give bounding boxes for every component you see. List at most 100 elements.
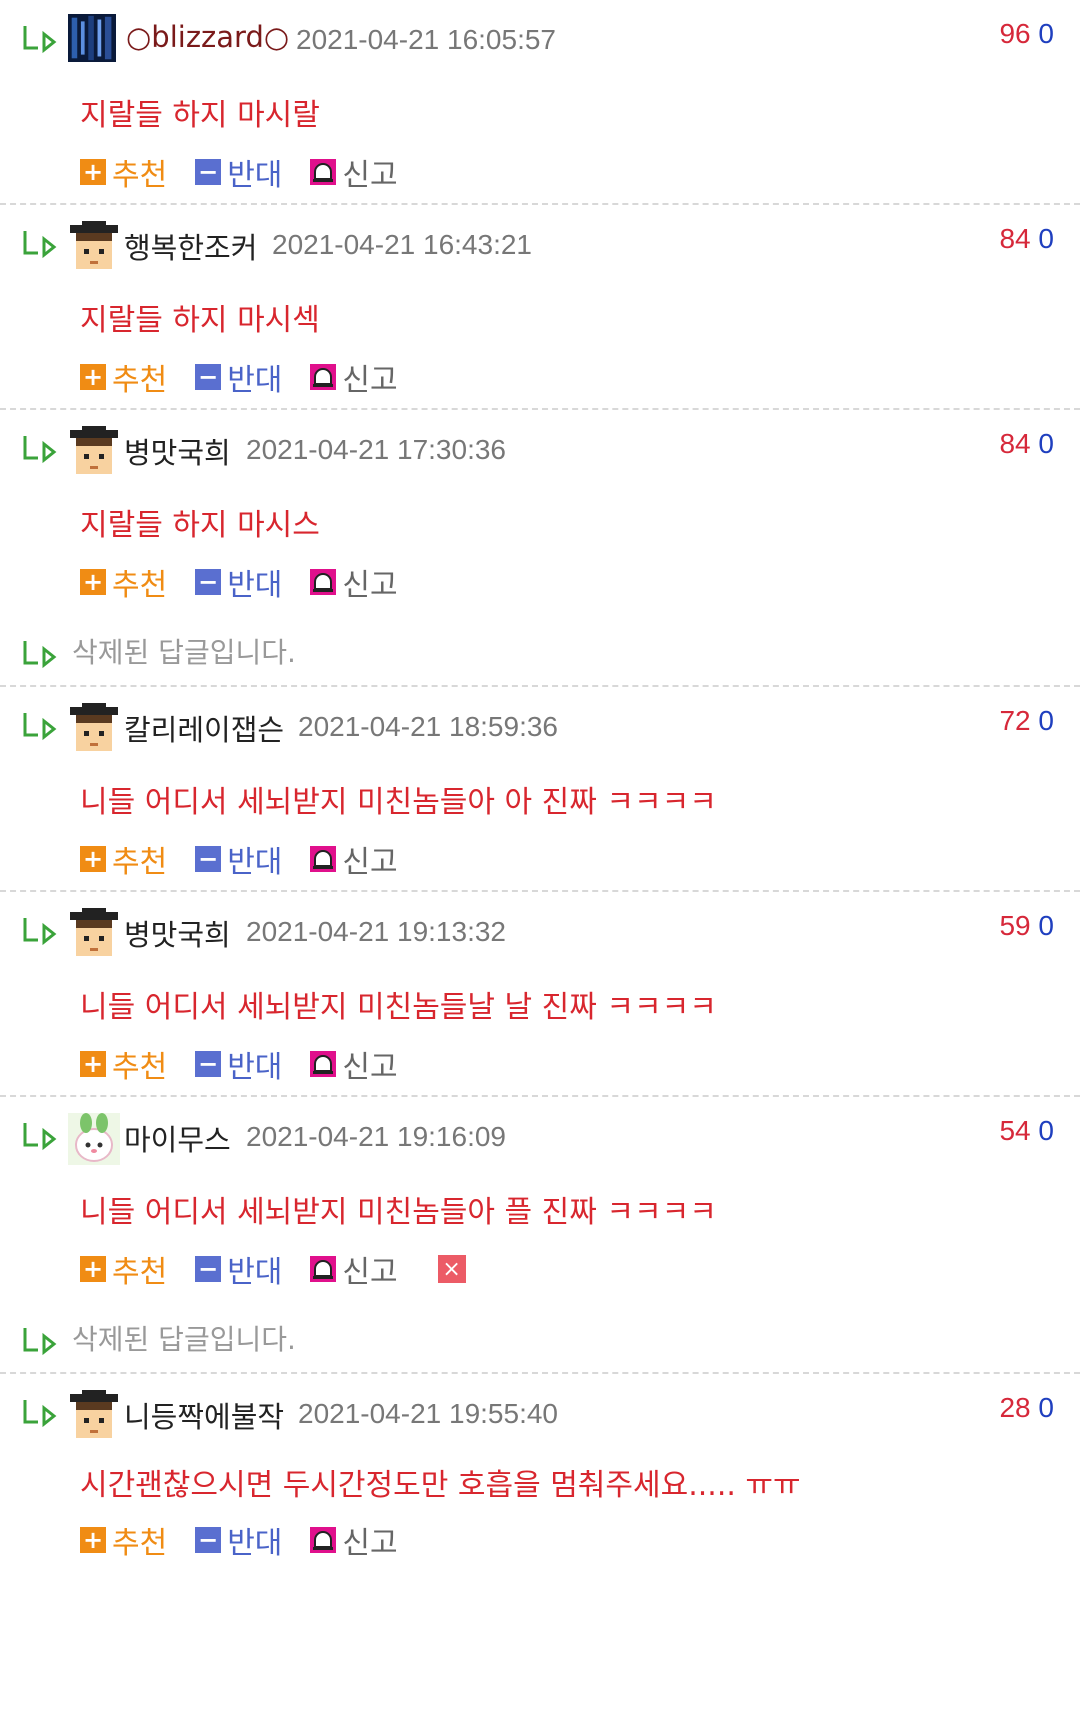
downvote-count: 0 <box>1038 428 1054 459</box>
recommend-label: 추천 <box>112 1255 168 1290</box>
recommend-label: 추천 <box>112 158 168 193</box>
oppose-button[interactable]: − 반대 <box>195 1247 282 1291</box>
reply-arrow-icon <box>23 918 57 946</box>
reply-arrow-icon <box>23 641 57 669</box>
deleted-reply: 삭제된 답글입니다. <box>0 1300 1080 1374</box>
graduate-avatar-icon <box>70 1390 118 1438</box>
comment-text: 지랄들 하지 마시섹 <box>80 303 320 338</box>
comment-actions: + 추천 − 반대 신고 <box>80 560 426 604</box>
author-name[interactable]: 마이무스 <box>124 1117 231 1159</box>
author-name[interactable]: ○blizzard○ <box>126 20 289 54</box>
comment-date: 2021-04-21 16:43:21 <box>272 229 532 260</box>
report-button[interactable]: 신고 <box>310 150 398 194</box>
comment-actions: + 추천 − 반대 신고 <box>80 1042 426 1086</box>
oppose-button[interactable]: − 반대 <box>195 560 282 604</box>
report-button[interactable]: 신고 <box>310 1042 398 1086</box>
comment-text: 시간괜찮으시면 두시간정도만 호흡을 멈춰주세요..... ㅠㅠ <box>80 1468 801 1503</box>
author-name[interactable]: 니등짝에불작 <box>124 1394 284 1436</box>
report-label: 신고 <box>342 1050 398 1085</box>
reply-arrow-icon <box>23 1123 57 1151</box>
recommend-button[interactable]: + 추천 <box>80 1247 167 1291</box>
report-label: 신고 <box>342 1255 398 1290</box>
report-button[interactable]: 신고 <box>310 1247 398 1291</box>
author-name[interactable]: 칼리레이잽슨 <box>124 707 284 749</box>
deleted-notice: 삭제된 답글입니다. <box>72 636 296 669</box>
recommend-label: 추천 <box>112 1526 168 1561</box>
recommend-button[interactable]: + 추천 <box>80 560 167 604</box>
recommend-label: 추천 <box>112 568 168 603</box>
recommend-button[interactable]: + 추천 <box>80 837 167 881</box>
report-button[interactable]: 신고 <box>310 355 398 399</box>
upvote-count: 54 <box>999 1115 1031 1146</box>
reply-comment: 병맛국희 2021-04-21 19:13:32 59 0 니들 어디서 세뇌받… <box>0 892 1080 1097</box>
upvote-count: 59 <box>999 910 1031 941</box>
comment-actions: + 추천 − 반대 신고 <box>80 150 426 194</box>
siren-icon <box>310 364 337 390</box>
minus-icon: − <box>195 569 222 595</box>
comment-actions: + 추천 − 반대 신고 <box>80 837 426 881</box>
siren-icon <box>310 1256 337 1282</box>
report-button[interactable]: 신고 <box>310 1518 398 1562</box>
comment-score: 59 0 <box>999 910 1054 942</box>
comment-actions: + 추천 − 반대 신고 <box>80 355 426 399</box>
report-button[interactable]: 신고 <box>310 560 398 604</box>
recommend-button[interactable]: + 추천 <box>80 150 167 194</box>
comment-date: 2021-04-21 19:55:40 <box>298 1398 558 1429</box>
comment-score: 28 0 <box>999 1392 1054 1424</box>
comment-score: 96 0 <box>999 18 1054 50</box>
author-name[interactable]: 병맛국희 <box>124 430 231 472</box>
siren-icon <box>310 1527 337 1553</box>
deleted-reply: 삭제된 답글입니다. <box>0 613 1080 687</box>
oppose-button[interactable]: − 반대 <box>195 1518 282 1562</box>
comment-text: 니들 어디서 세뇌받지 미친놈들아 플 진짜 ㅋㅋㅋㅋ <box>80 1195 717 1230</box>
oppose-button[interactable]: − 반대 <box>195 355 282 399</box>
plus-icon: + <box>80 159 106 185</box>
recommend-button[interactable]: + 추천 <box>80 355 167 399</box>
recommend-button[interactable]: + 추천 <box>80 1518 167 1562</box>
comment-date: 2021-04-21 19:13:32 <box>246 916 506 947</box>
deleted-notice: 삭제된 답글입니다. <box>72 1323 296 1356</box>
plus-icon: + <box>80 1527 106 1553</box>
oppose-label: 반대 <box>227 1526 283 1561</box>
upvote-count: 84 <box>999 223 1031 254</box>
delete-comment-button[interactable]: × <box>437 1255 466 1283</box>
oppose-label: 반대 <box>227 1050 283 1085</box>
comment-score: 54 0 <box>999 1115 1054 1147</box>
author-name[interactable]: 행복한조커 <box>124 225 257 267</box>
plus-icon: + <box>80 569 106 595</box>
graduate-avatar-icon <box>70 908 118 956</box>
upvote-count: 96 <box>999 18 1031 49</box>
oppose-label: 반대 <box>227 1255 283 1290</box>
reply-arrow-icon <box>23 713 57 741</box>
siren-icon <box>310 1051 337 1077</box>
upvote-count: 28 <box>999 1392 1031 1423</box>
siren-icon <box>310 159 337 185</box>
avatar <box>68 14 116 62</box>
oppose-button[interactable]: − 반대 <box>195 837 282 881</box>
comment-date: 2021-04-21 19:16:09 <box>246 1121 506 1152</box>
recommend-label: 추천 <box>112 363 168 398</box>
upvote-count: 84 <box>999 428 1031 459</box>
oppose-label: 반대 <box>227 568 283 603</box>
upvote-count: 72 <box>999 705 1031 736</box>
author-name[interactable]: 병맛국희 <box>124 912 231 954</box>
oppose-button[interactable]: − 반대 <box>195 150 282 194</box>
plus-icon: + <box>80 364 106 390</box>
minus-icon: − <box>195 1527 222 1553</box>
graduate-avatar-icon <box>70 221 118 269</box>
reply-comment: 니등짝에불작 2021-04-21 19:55:40 28 0 시간괜찮으시면 … <box>0 1374 1080 1577</box>
graduate-avatar-icon <box>70 703 118 751</box>
comment-date: 2021-04-21 17:30:36 <box>246 434 506 465</box>
recommend-label: 추천 <box>112 1050 168 1085</box>
oppose-button[interactable]: − 반대 <box>195 1042 282 1086</box>
plus-icon: + <box>80 1256 106 1282</box>
reply-comment: 마이무스 2021-04-21 19:16:09 54 0 니들 어디서 세뇌받… <box>0 1097 1080 1300</box>
oppose-label: 반대 <box>227 845 283 880</box>
comment-date: 2021-04-21 16:05:57 <box>296 24 556 55</box>
comment-thread: ○blizzard○ 2021-04-21 16:05:57 96 0 지랄들 … <box>0 0 1080 1577</box>
bunny-avatar-icon <box>68 1113 120 1165</box>
comment-score: 84 0 <box>999 223 1054 255</box>
report-button[interactable]: 신고 <box>310 837 398 881</box>
siren-icon <box>310 569 337 595</box>
recommend-button[interactable]: + 추천 <box>80 1042 167 1086</box>
